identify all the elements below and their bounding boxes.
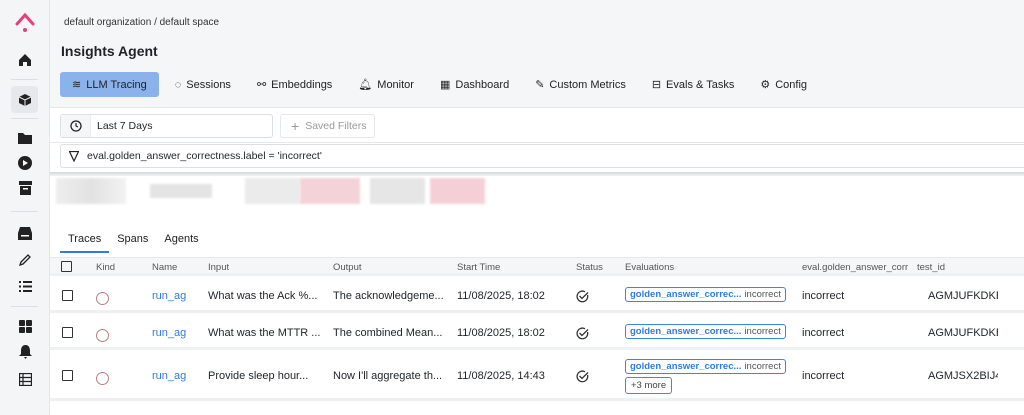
test-id-cell: AGMJSX2BIJ42 [928,370,998,382]
divider [11,306,38,307]
output-cell: The combined Mean... [333,327,443,339]
nav-tabs: ≋ LLM Tracing ◌ Sessions ⚯ Embeddings 🔔︎ Mon… [60,72,823,97]
evaluations-cell: golden_answer_correc... incorrect [625,287,786,302]
grid-icon[interactable] [14,315,36,337]
logo-icon [15,12,35,32]
cube-icon[interactable] [11,86,38,113]
bell-icon: 🔔︎ [358,79,373,91]
tab-config[interactable]: ⚙ Config [750,72,817,97]
bell-icon[interactable] [14,341,36,363]
column-header[interactable]: eval.golden_answer_corre [802,262,908,273]
divider [11,118,38,119]
tab-custom-metrics[interactable]: ✎ Custom Metrics [525,72,636,97]
inbox-icon: ⊟ [651,79,662,91]
column-header[interactable]: test_id [917,262,945,273]
test-id-cell: AGMJUFKDKB5 [928,327,998,339]
column-header[interactable]: Output [333,262,362,273]
pencil-icon: ✎ [535,79,545,91]
row-checkbox[interactable] [62,290,73,301]
tab-embeddings[interactable]: ⚯ Embeddings [247,72,342,97]
status-check-icon [576,290,589,306]
eval-value-cell: incorrect [802,290,845,302]
divider [11,211,38,212]
page-header: default organization / default space Ins… [50,0,1024,108]
more-evaluations-button[interactable]: +3 more [625,377,673,394]
clock-icon [61,115,91,137]
tab-monitor[interactable]: 🔔︎ Monitor [348,72,424,97]
play-circle-icon[interactable] [14,152,36,174]
trace-name-link[interactable]: run_age [152,370,186,382]
divider [50,172,1024,176]
column-header[interactable]: Status [576,262,603,273]
output-cell: The acknowledgeme... [333,290,444,302]
view-tabs: Traces Spans Agents [60,233,207,253]
column-header[interactable]: Start Time [457,262,500,273]
dashboard-icon: ▦ [439,79,451,91]
divider [50,142,1024,143]
column-header[interactable]: Kind [96,262,115,273]
eval-value-cell: incorrect [802,327,845,339]
page-title: Insights Agent [61,43,158,59]
eval-value-cell: incorrect [802,370,845,382]
query-filter-input[interactable]: eval.golden_answer_correctness.label = '… [60,144,1024,168]
tab-sessions[interactable]: ◌ Sessions [165,72,241,97]
table-row[interactable]: run_age What was the Ack %... The acknow… [50,276,1024,313]
plus-icon: + [291,118,300,134]
column-header[interactable]: Name [152,262,177,273]
status-check-icon [576,370,589,386]
evaluations-cell: golden_answer_correc... incorrect [625,324,786,339]
input-cell: What was the MTTR ... [208,327,321,339]
kind-circle-icon [96,372,109,385]
sidebar [0,0,50,415]
table-row[interactable]: run_age What was the MTTR ... The combin… [50,313,1024,350]
input-cell: What was the Ack %... [208,290,318,302]
tab-spans[interactable]: Spans [109,233,156,253]
tab-agents[interactable]: Agents [156,233,206,253]
row-checkbox[interactable] [62,327,73,338]
archive-icon[interactable] [14,177,36,199]
filter-icon [61,150,87,162]
kind-circle-icon [96,329,109,342]
select-all-checkbox[interactable] [61,261,72,272]
traces-table: Kind Name Input Output Start Time Status… [50,257,1024,401]
chat-icon: ◌ [174,78,182,91]
table-row[interactable]: run_age Provide sleep hour... Now I'll a… [50,350,1024,401]
breadcrumb[interactable]: default organization / default space [64,17,219,28]
column-header[interactable]: Evaluations [625,262,674,273]
table-header: Kind Name Input Output Start Time Status… [50,257,1024,276]
input-cell: Provide sleep hour... [208,370,309,382]
evaluation-badge[interactable]: golden_answer_correc... incorrect [625,359,786,374]
start-time-cell: 11/08/2025, 14:43 [457,370,545,382]
list-icon[interactable] [14,275,36,297]
embeddings-icon: ⚯ [256,79,267,91]
status-check-icon [576,327,589,343]
saved-filters-button[interactable]: + Saved Filters [280,114,375,138]
tab-dashboard[interactable]: ▦ Dashboard [430,72,519,97]
inbox-icon[interactable] [14,222,36,244]
column-header[interactable]: Input [208,262,229,273]
divider [11,79,38,80]
evaluations-cell: golden_answer_correc... incorrect +3 more [625,359,786,394]
gear-icon: ⚙ [760,79,771,91]
evaluation-badge[interactable]: golden_answer_correc... incorrect [625,287,786,302]
tab-traces[interactable]: Traces [60,233,110,253]
kind-circle-icon [96,292,109,305]
start-time-cell: 11/08/2025, 18:02 [457,290,545,302]
folder-icon[interactable] [14,127,36,149]
start-time-cell: 11/08/2025, 18:02 [457,327,545,339]
tracing-icon: ≋ [72,79,82,91]
output-cell: Now I'll aggregate th... [333,370,443,382]
time-range-picker[interactable]: Last 7 Days [60,114,273,138]
home-icon[interactable] [14,49,36,71]
trace-name-link[interactable]: run_age [152,290,186,302]
table-icon[interactable] [14,368,36,390]
tab-evals-tasks[interactable]: ⊟ Evals & Tasks [642,72,745,97]
row-checkbox[interactable] [62,370,73,381]
filter-bar: Last 7 Days + Saved Filters eval.golden_a… [50,108,1024,174]
tab-llm-tracing[interactable]: ≋ LLM Tracing [60,72,159,97]
evaluation-badge[interactable]: golden_answer_correc... incorrect [625,324,786,339]
test-id-cell: AGMJUFKDKB5 [928,290,998,302]
trace-name-link[interactable]: run_age [152,327,186,339]
pencil-icon[interactable] [14,248,36,270]
